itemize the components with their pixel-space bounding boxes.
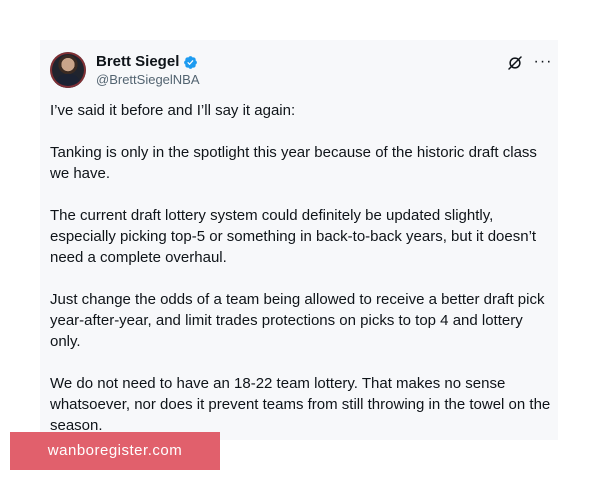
- tweet-paragraph: Just change the odds of a team being all…: [50, 291, 545, 350]
- watermark-banner: wanboregister.com: [10, 432, 220, 470]
- more-options-icon[interactable]: ···: [532, 54, 554, 72]
- tweet-card: Brett Siegel @BrettSiegelNBA ··· I’ve sa…: [40, 40, 558, 440]
- tweet-paragraph: I’ve said it before and I’ll say it agai…: [50, 102, 296, 119]
- author-name-row: Brett Siegel: [96, 53, 198, 71]
- grok-icon[interactable]: [506, 54, 524, 72]
- verified-badge-icon: [184, 55, 198, 69]
- tweet-paragraph: We do not need to have an 18-22 team lot…: [50, 375, 551, 434]
- tweet-header: Brett Siegel @BrettSiegelNBA ···: [50, 52, 551, 92]
- author-display-name[interactable]: Brett Siegel: [96, 53, 179, 71]
- tweet-paragraph: The current draft lottery system could d…: [50, 207, 537, 266]
- avatar-ring: [50, 52, 86, 88]
- author-handle[interactable]: @BrettSiegelNBA: [96, 72, 200, 88]
- tweet-paragraph: Tanking is only in the spotlight this ye…: [50, 144, 537, 182]
- avatar[interactable]: [50, 52, 86, 88]
- screenshot-page: Brett Siegel @BrettSiegelNBA ··· I’ve sa…: [0, 0, 600, 480]
- tweet-body: I’ve said it before and I’ll say it agai…: [50, 100, 555, 440]
